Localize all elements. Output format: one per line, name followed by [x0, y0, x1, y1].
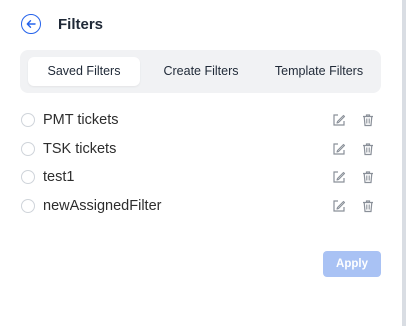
row-actions: [331, 169, 376, 185]
filter-row: TSK tickets: [21, 137, 381, 161]
filter-radio[interactable]: [21, 199, 35, 213]
filter-row: newAssignedFilter: [21, 194, 381, 218]
edit-button[interactable]: [331, 198, 347, 214]
edit-icon: [333, 114, 346, 126]
filter-label: newAssignedFilter: [43, 198, 162, 214]
filter-radio[interactable]: [21, 170, 35, 184]
edit-icon: [333, 143, 346, 155]
edit-button[interactable]: [331, 169, 347, 185]
filter-radio[interactable]: [21, 113, 35, 127]
filters-header: Filters: [21, 14, 103, 34]
row-actions: [331, 198, 376, 214]
row-actions: [331, 141, 376, 157]
trash-icon: [363, 171, 373, 184]
tab-create-filters[interactable]: Create Filters: [150, 57, 252, 86]
filter-row: PMT tickets: [21, 108, 381, 132]
back-button[interactable]: [21, 14, 41, 34]
trash-icon: [363, 200, 373, 213]
row-actions: [331, 112, 376, 128]
edit-button[interactable]: [331, 112, 347, 128]
filter-tabs: Saved Filters Create Filters Template Fi…: [20, 50, 381, 93]
filter-label: PMT tickets: [43, 112, 119, 128]
tab-template-filters[interactable]: Template Filters: [264, 57, 374, 86]
trash-icon: [363, 114, 373, 127]
filter-radio[interactable]: [21, 142, 35, 156]
edit-button[interactable]: [331, 141, 347, 157]
trash-icon: [363, 143, 373, 156]
panel-right-border: [402, 0, 406, 326]
delete-button[interactable]: [360, 112, 376, 128]
delete-button[interactable]: [360, 198, 376, 214]
delete-button[interactable]: [360, 169, 376, 185]
arrow-left-icon: [26, 20, 36, 28]
edit-icon: [333, 171, 346, 183]
filter-label: TSK tickets: [43, 141, 117, 157]
tab-saved-filters[interactable]: Saved Filters: [28, 57, 140, 86]
filter-row: test1: [21, 165, 381, 189]
edit-icon: [333, 200, 346, 212]
delete-button[interactable]: [360, 141, 376, 157]
filter-label: test1: [43, 169, 75, 185]
page-title: Filters: [58, 15, 104, 33]
apply-button[interactable]: Apply: [323, 251, 381, 277]
